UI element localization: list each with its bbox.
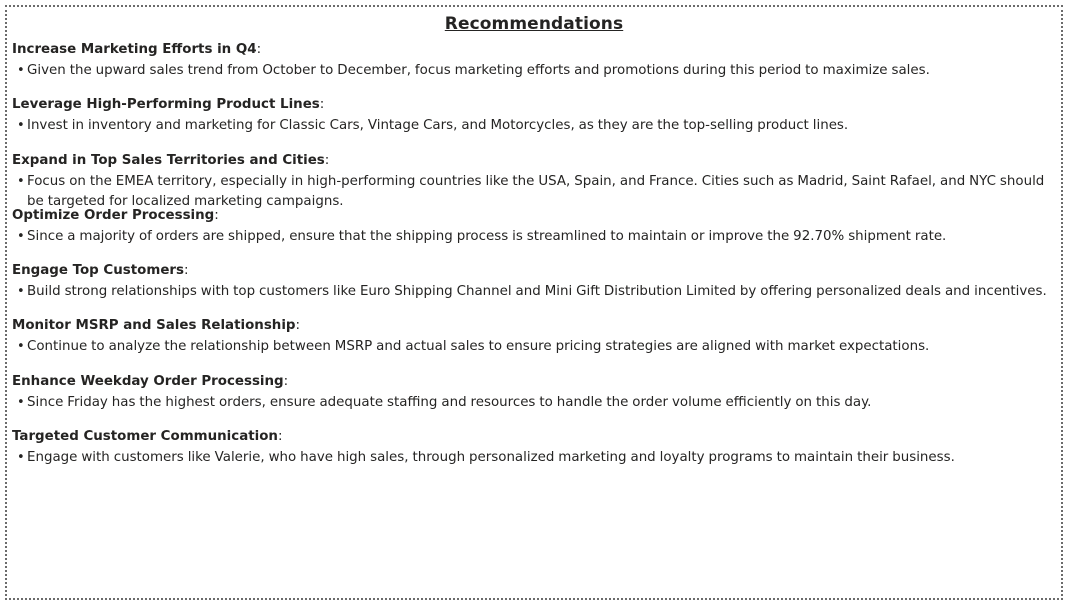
recommendation-heading: Targeted Customer Communication: [12, 429, 283, 445]
recommendation-bullet: • Engage with customers like Valerie, wh… [12, 448, 1062, 468]
recommendation-item: Engage Top Customers: • Build strong rel… [12, 262, 1062, 317]
recommendation-heading: Expand in Top Sales Territories and Citi… [12, 152, 330, 168]
bullet-icon: • [17, 173, 25, 189]
recommendation-bullet: • Since Friday has the highest orders, e… [12, 393, 1062, 413]
bullet-icon: • [17, 63, 25, 78]
recommendation-item: Enhance Weekday Order Processing: • Sinc… [12, 373, 1062, 428]
bullet-icon: • [17, 118, 25, 134]
bullet-icon: • [17, 394, 25, 410]
recommendation-heading: Monitor MSRP and Sales Relationship: [12, 318, 301, 334]
recommendation-heading: Optimize Order Processing: [12, 207, 219, 223]
bullet-icon: • [17, 284, 25, 300]
recommendation-item: Optimize Order Processing: • Since a maj… [12, 207, 1062, 262]
recommendation-text: Build strong relationships with top cust… [27, 284, 1047, 300]
recommendation-text: Engage with customers like Valerie, who … [27, 450, 955, 466]
recommendation-item: Targeted Customer Communication: • Engag… [12, 428, 1062, 483]
recommendation-item: Monitor MSRP and Sales Relationship: • C… [12, 317, 1062, 372]
bullet-icon: • [17, 228, 25, 244]
recommendation-text: Focus on the EMEA territory, especially … [27, 173, 1045, 209]
recommendations-list: Increase Marketing Efforts in Q4: • Give… [12, 41, 1062, 483]
recommendation-item: Leverage High-Performing Product Lines: … [12, 96, 1062, 151]
recommendation-heading: Engage Top Customers: [12, 263, 189, 279]
recommendation-bullet: • Given the upward sales trend from Octo… [12, 61, 1062, 81]
recommendation-bullet: • Continue to analyze the relationship b… [12, 337, 1062, 357]
recommendation-heading: Leverage High-Performing Product Lines: [12, 97, 325, 113]
bullet-icon: • [17, 339, 25, 355]
recommendation-text: Given the upward sales trend from Octobe… [27, 63, 930, 78]
recommendation-bullet: • Build strong relationships with top cu… [12, 282, 1062, 302]
recommendation-heading: Increase Marketing Efforts in Q4: [12, 42, 262, 57]
page-title: Recommendations [444, 14, 624, 34]
recommendations-panel: Recommendations Increase Marketing Effor… [5, 5, 1063, 600]
recommendation-bullet: • Since a majority of orders are shipped… [12, 227, 1062, 247]
recommendation-item: Increase Marketing Efforts in Q4: • Give… [12, 41, 1062, 96]
bullet-icon: • [17, 450, 25, 466]
recommendation-bullet: • Invest in inventory and marketing for … [12, 116, 1062, 136]
recommendation-heading: Enhance Weekday Order Processing: [12, 373, 289, 389]
recommendation-item: Expand in Top Sales Territories and Citi… [12, 152, 1062, 209]
recommendation-text: Invest in inventory and marketing for Cl… [27, 118, 849, 134]
recommendation-text: Continue to analyze the relationship bet… [27, 339, 930, 355]
recommendation-bullet: • Focus on the EMEA territory, especiall… [12, 172, 1062, 212]
recommendation-text: Since a majority of orders are shipped, … [27, 228, 947, 244]
recommendation-text: Since Friday has the highest orders, ens… [27, 394, 872, 410]
